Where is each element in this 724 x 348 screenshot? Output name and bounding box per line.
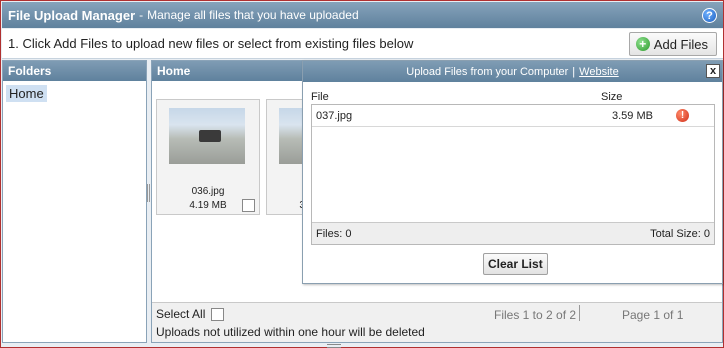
instruction-bar: 1. Click Add Files to upload new files o… (2, 29, 723, 59)
add-files-label: Add Files (653, 36, 708, 52)
window-subtitle: Manage all files that you have uploaded (147, 8, 359, 22)
file-name: 036.jpg (191, 186, 225, 197)
footer-divider (579, 305, 580, 321)
total-size: Total Size: 0 (650, 228, 710, 240)
add-icon: + (635, 37, 650, 51)
title-bar: File Upload Manager - Manage all files t… (2, 2, 723, 28)
error-icon[interactable]: ! (676, 109, 689, 122)
select-all-checkbox[interactable] (211, 307, 225, 321)
pane-splitter-handle[interactable] (147, 184, 150, 202)
select-all[interactable]: Select All (156, 307, 225, 321)
page-info: Page 1 of 1 (622, 308, 684, 322)
file-select-checkbox[interactable] (242, 199, 255, 212)
instruction-text: 1. Click Add Files to upload new files o… (8, 36, 414, 51)
folders-pane: Folders Home (2, 60, 147, 343)
folders-header: Folders (3, 61, 146, 81)
upload-list-footer: Files: 0 Total Size: 0 (312, 222, 714, 244)
upload-file-size: 3.59 MB (612, 110, 653, 122)
add-files-button[interactable]: + Add Files (628, 32, 717, 56)
thumbnail-image (169, 108, 245, 164)
window-title: File Upload Manager (8, 7, 136, 23)
dialog-title: Upload Files from your Computer (406, 65, 569, 78)
upload-file-name: 037.jpg (316, 110, 353, 122)
files-footer: Select All Files 1 to 2 of 2 Page 1 of 1… (152, 302, 722, 342)
upload-dialog: Upload Files from your Computer | Websit… (302, 60, 723, 284)
upload-list-row[interactable]: 037.jpg 3.59 MB ! (312, 105, 714, 127)
select-all-label: Select All (156, 307, 206, 321)
file-thumbnail[interactable]: 036.jpg 4.19 MB (156, 99, 260, 215)
upload-file-list: 037.jpg 3.59 MB ! Files: 0 Total Size: 0 (311, 104, 715, 245)
files-count: Files 1 to 2 of 2 (494, 308, 577, 322)
column-header-size: Size (601, 91, 623, 103)
close-icon[interactable]: x (706, 64, 720, 78)
help-icon[interactable]: ? (702, 8, 717, 23)
deletion-notice: Uploads not utilized within one hour wil… (156, 325, 425, 339)
clear-list-button[interactable]: Clear List (483, 253, 548, 275)
dialog-title-separator: | (572, 65, 576, 78)
title-separator: - (139, 8, 144, 22)
column-header-file: File (311, 91, 329, 103)
files-total-count: Files: 0 (316, 228, 352, 240)
dialog-header: Upload Files from your Computer | Websit… (303, 61, 722, 82)
website-link[interactable]: Website (579, 66, 619, 78)
folder-item-home[interactable]: Home (6, 85, 47, 102)
resize-grip[interactable] (327, 344, 341, 348)
file-upload-manager-window: File Upload Manager - Manage all files t… (0, 0, 724, 348)
